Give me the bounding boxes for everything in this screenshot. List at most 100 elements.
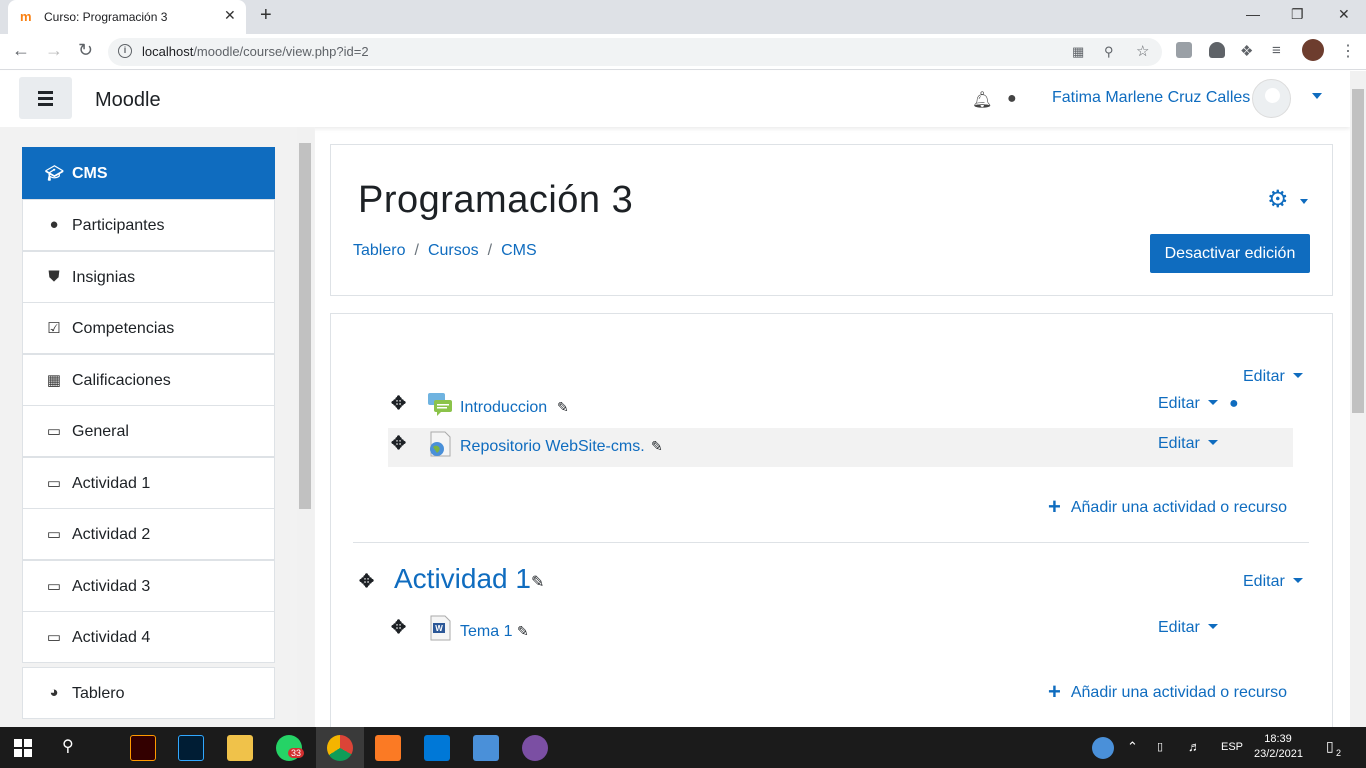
app-icon[interactable] bbox=[522, 735, 548, 761]
photoshop-icon[interactable] bbox=[178, 735, 204, 761]
activity-link-tema-1[interactable]: Tema 1 bbox=[460, 623, 512, 641]
url-text[interactable]: localhost/moodle/course/view.php?id=2 bbox=[142, 44, 369, 59]
reload-icon[interactable]: ↻ bbox=[78, 40, 93, 61]
address-bar[interactable]: i localhost/moodle/course/view.php?id=2 … bbox=[108, 38, 1162, 66]
sidebar-item-actividad-1[interactable]: ▭ Actividad 1 bbox=[22, 457, 275, 509]
shield-extension-icon[interactable] bbox=[1209, 42, 1225, 58]
activity-edit-menu[interactable]: Editar bbox=[1158, 435, 1218, 453]
page-title: Programación 3 bbox=[358, 179, 634, 221]
pencil-icon[interactable]: ✎ bbox=[517, 623, 529, 640]
user-menu-name[interactable]: Fatima Marlene Cruz Calles bbox=[1052, 89, 1250, 107]
breadcrumb-cms[interactable]: CMS bbox=[501, 242, 537, 259]
chrome-icon[interactable] bbox=[327, 735, 353, 761]
svg-text:W: W bbox=[435, 624, 443, 633]
user-group-icon[interactable]: ● bbox=[1229, 395, 1239, 413]
section-edit-menu[interactable]: Editar bbox=[1243, 368, 1303, 386]
breadcrumb-tablero[interactable]: Tablero bbox=[353, 242, 405, 259]
sidebar-item-actividad-4[interactable]: ▭ Actividad 4 bbox=[22, 611, 275, 663]
xampp-icon[interactable] bbox=[375, 735, 401, 761]
page-scrollbar-thumb[interactable] bbox=[1352, 89, 1364, 413]
activity-edit-menu[interactable]: Editar bbox=[1158, 395, 1218, 413]
search-icon[interactable]: ⚲ bbox=[62, 736, 74, 756]
chevron-up-icon[interactable]: ⌃ bbox=[1127, 739, 1138, 755]
move-icon[interactable]: ✥ bbox=[391, 433, 406, 454]
close-window-icon[interactable]: ✕ bbox=[1338, 6, 1350, 23]
notification-center-icon[interactable]: ▯ bbox=[1326, 738, 1334, 755]
drawer-toggle-button[interactable] bbox=[19, 77, 72, 119]
section-edit-menu[interactable]: Editar bbox=[1243, 573, 1303, 591]
pencil-icon[interactable]: ✎ bbox=[531, 572, 544, 592]
zoom-icon[interactable]: ⚲ bbox=[1104, 44, 1114, 60]
volume-icon[interactable]: ♬ bbox=[1188, 739, 1201, 754]
whatsapp-badge: 33 bbox=[288, 748, 305, 758]
section-title[interactable]: Actividad 1 bbox=[394, 563, 531, 595]
menu-dots-icon[interactable]: ⋮ bbox=[1340, 41, 1356, 61]
gear-icon[interactable]: ⚙ bbox=[1267, 185, 1289, 214]
forward-arrow-icon[interactable]: → bbox=[45, 40, 63, 61]
page-scrollbar[interactable] bbox=[1350, 71, 1366, 727]
vscode-icon[interactable] bbox=[424, 735, 450, 761]
pencil-icon[interactable]: ✎ bbox=[651, 438, 663, 455]
sidebar-item-actividad-2[interactable]: ▭ Actividad 2 bbox=[22, 508, 275, 560]
sidebar-item-participantes[interactable]: ● Participantes bbox=[22, 199, 275, 251]
sidebar-item-calificaciones[interactable]: ▦ Calificaciones bbox=[22, 354, 275, 406]
media-queue-icon[interactable]: ≡ bbox=[1272, 42, 1281, 59]
move-icon[interactable]: ✥ bbox=[391, 393, 406, 414]
site-brand[interactable]: Moodle bbox=[95, 89, 161, 112]
close-tab-icon[interactable]: ✕ bbox=[224, 7, 236, 24]
qr-code-icon[interactable]: ▦ bbox=[1072, 44, 1084, 60]
avatar[interactable] bbox=[1252, 79, 1291, 118]
info-icon[interactable]: i bbox=[118, 44, 132, 58]
pencil-icon[interactable]: ✎ bbox=[557, 399, 569, 416]
activity-link-introduccion[interactable]: Introduccion bbox=[460, 399, 547, 417]
windows-start-icon[interactable] bbox=[14, 739, 32, 757]
photos-icon[interactable] bbox=[473, 735, 499, 761]
language-indicator[interactable]: ESP bbox=[1221, 741, 1243, 753]
file-explorer-icon[interactable] bbox=[227, 735, 253, 761]
sidebar-item-label: Actividad 3 bbox=[72, 578, 151, 595]
breadcrumb-cursos[interactable]: Cursos bbox=[428, 242, 479, 259]
sidebar-item-tablero[interactable]: ◕ Tablero bbox=[22, 667, 275, 719]
browser-tab[interactable]: m Curso: Programación 3 ✕ bbox=[8, 0, 246, 34]
move-icon[interactable]: ✥ bbox=[359, 571, 374, 592]
back-arrow-icon[interactable]: ← bbox=[12, 40, 30, 61]
sidebar-item-competencias[interactable]: ☑ Competencias bbox=[22, 302, 275, 354]
activity-edit-menu[interactable]: Editar bbox=[1158, 619, 1218, 637]
profile-avatar-icon[interactable] bbox=[1302, 39, 1324, 61]
clock[interactable]: 18:39 23/2/2021 bbox=[1254, 732, 1303, 762]
drawer-scrollbar-thumb[interactable] bbox=[299, 143, 311, 509]
pdf-extension-icon[interactable] bbox=[1176, 42, 1192, 58]
bookmark-star-icon[interactable]: ☆ bbox=[1136, 42, 1149, 60]
bell-icon[interactable]: 🔔︎ bbox=[972, 90, 992, 110]
activity-link-repositorio[interactable]: Repositorio WebSite-cms. bbox=[460, 438, 645, 456]
restore-icon[interactable]: ❐ bbox=[1291, 6, 1304, 23]
drawer-scrollbar[interactable] bbox=[297, 127, 314, 727]
illustrator-icon[interactable] bbox=[130, 735, 156, 761]
help-icon[interactable] bbox=[1092, 737, 1114, 759]
sidebar-item-cms[interactable]: 🎓︎ CMS bbox=[22, 147, 275, 199]
folder-icon: ▭ bbox=[46, 526, 62, 543]
turn-editing-off-button[interactable]: Desactivar edición bbox=[1150, 234, 1310, 273]
breadcrumb-separator: / bbox=[414, 242, 419, 259]
add-activity-button[interactable]: + Añadir una actividad o recurso bbox=[1048, 679, 1287, 705]
chevron-down-icon[interactable] bbox=[1300, 199, 1308, 204]
chat-bubble-icon[interactable]: ● bbox=[1007, 90, 1017, 108]
dashboard-icon: ◕ bbox=[49, 684, 59, 701]
sidebar-item-label: Actividad 1 bbox=[72, 475, 151, 492]
sidebar-item-label: Tablero bbox=[72, 685, 125, 702]
extensions-puzzle-icon[interactable]: ❖ bbox=[1240, 42, 1253, 60]
sidebar-item-insignias[interactable]: ⛊ Insignias bbox=[22, 251, 275, 303]
sidebar-item-label: General bbox=[72, 423, 129, 440]
new-tab-button[interactable]: + bbox=[260, 4, 272, 27]
sidebar-item-label: Calificaciones bbox=[72, 372, 171, 389]
course-header: Programación 3 Tablero / Cursos / CMS ⚙ Desa… bbox=[330, 144, 1333, 296]
move-icon[interactable]: ✥ bbox=[391, 617, 406, 638]
sidebar-item-actividad-3[interactable]: ▭ Actividad 3 bbox=[22, 560, 275, 612]
add-activity-button[interactable]: + Añadir una actividad o recurso bbox=[1048, 494, 1287, 520]
battery-icon[interactable]: ▯ bbox=[1157, 740, 1163, 753]
sidebar-item-label: Actividad 2 bbox=[72, 526, 151, 543]
chevron-down-icon[interactable] bbox=[1312, 93, 1322, 99]
sidebar-item-general[interactable]: ▭ General bbox=[22, 405, 275, 457]
minimize-icon[interactable]: — bbox=[1246, 6, 1260, 22]
shield-icon: ⛊ bbox=[48, 268, 60, 285]
